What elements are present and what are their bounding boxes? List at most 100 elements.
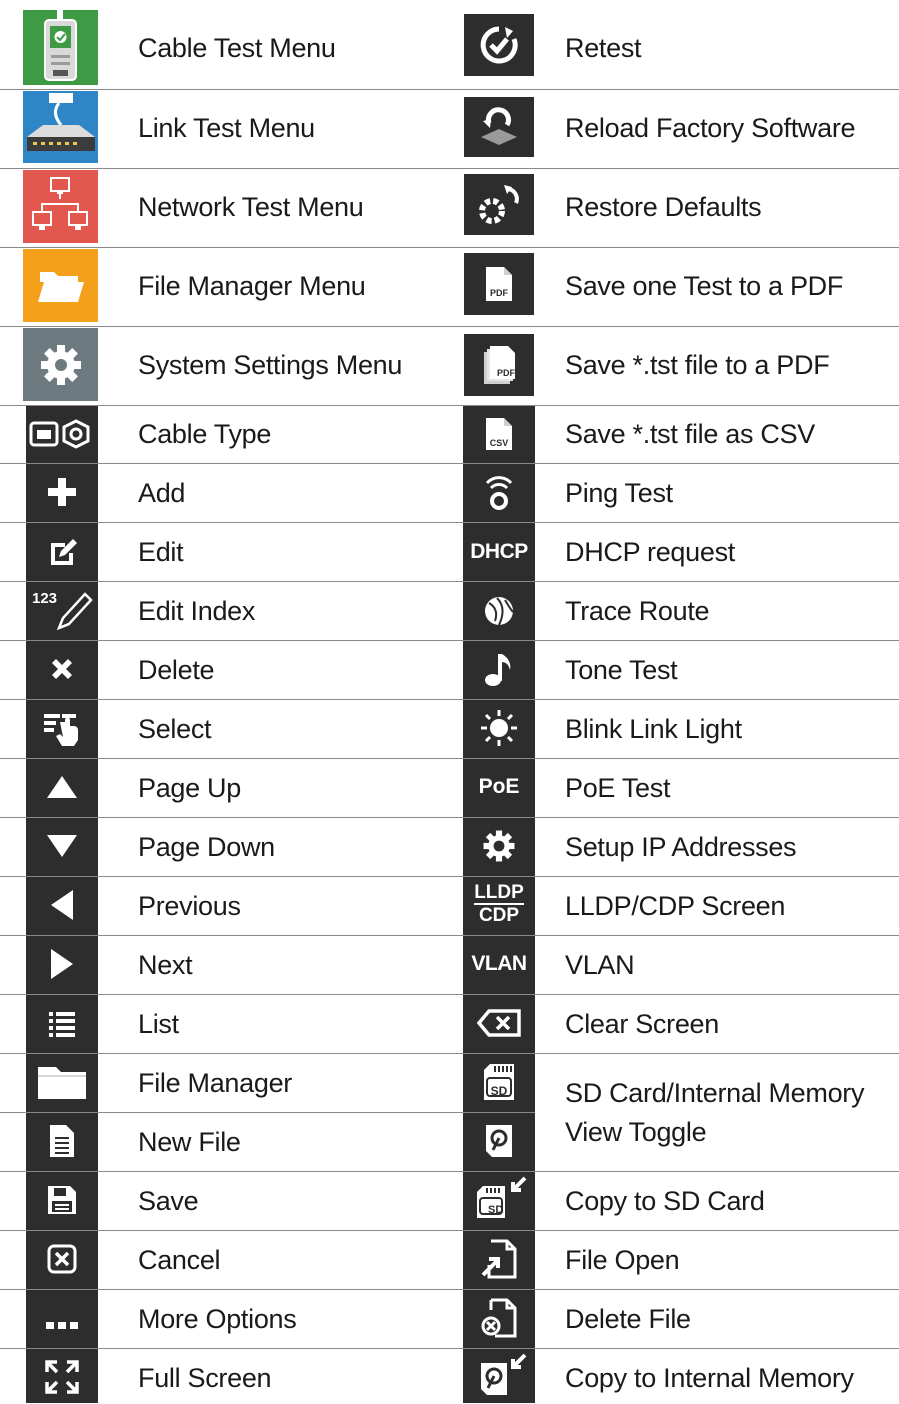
internal-memory-icon xyxy=(463,1117,535,1165)
legend-label: More Options xyxy=(138,1303,297,1334)
pdf-stack-icon-text: PDF xyxy=(497,368,515,378)
legend-label: Full Screen xyxy=(138,1362,272,1393)
legend-label: Setup IP Addresses xyxy=(565,831,797,862)
copy-to-sd-icon: SD xyxy=(463,1174,535,1224)
more-dots-icon xyxy=(26,1310,98,1340)
copy-to-sd-icon-text: SD xyxy=(488,1204,504,1216)
folder-open-icon xyxy=(23,249,98,322)
vlan-icon-text: VLAN xyxy=(471,952,527,975)
copy-to-internal-memory-icon xyxy=(463,1352,535,1400)
legend-row xyxy=(0,758,899,817)
list-icon xyxy=(26,1001,98,1045)
legend-label: Add xyxy=(138,477,186,508)
legend-label: Edit xyxy=(138,536,184,567)
legend-label: New File xyxy=(138,1126,241,1157)
legend-row xyxy=(0,581,899,640)
ping-icon xyxy=(463,470,535,514)
select-hand-icon xyxy=(26,705,98,751)
vlan-icon: VLAN xyxy=(463,942,535,986)
full-screen-icon xyxy=(26,1355,98,1399)
new-file-icon xyxy=(26,1119,98,1163)
cancel-box-icon xyxy=(26,1237,98,1281)
legend-label: File Open xyxy=(565,1244,680,1275)
lldp-cdp-icon: LLDP CDP xyxy=(463,879,535,931)
legend-label: Cancel xyxy=(138,1244,221,1275)
restore-defaults-icon xyxy=(464,174,534,235)
legend-row xyxy=(0,0,899,89)
legend-label: List xyxy=(138,1008,179,1039)
legend-label: Retest xyxy=(565,32,642,63)
legend-label: Select xyxy=(138,713,212,744)
dhcp-icon: DHCP xyxy=(463,530,535,574)
folder-icon xyxy=(26,1059,98,1105)
network-switch-icon xyxy=(23,91,98,163)
legend-label: Cable Test Menu xyxy=(138,32,336,63)
globe-icon xyxy=(463,589,535,633)
lldp-icon-text: LLDP xyxy=(474,882,524,905)
pdf-stack-icon: PDF xyxy=(464,334,534,396)
poe-icon-text: PoE xyxy=(478,775,520,798)
legend-row xyxy=(0,168,899,248)
legend-label: Network Test Menu xyxy=(138,191,364,222)
legend-label: Save *.tst file to a PDF xyxy=(565,349,830,380)
legend-row xyxy=(0,640,899,699)
plus-icon xyxy=(26,470,98,514)
pdf-icon-text: PDF xyxy=(490,288,508,298)
legend-label: Blink Link Light xyxy=(565,713,742,744)
cable-type-icon xyxy=(26,413,98,455)
legend-label-line2: View Toggle xyxy=(565,1116,707,1147)
legend-label: Clear Screen xyxy=(565,1008,719,1039)
legend-label: Edit Index xyxy=(138,595,256,626)
cable-tester-icon xyxy=(23,10,98,85)
legend-label: Copy to Internal Memory xyxy=(565,1362,854,1393)
legend-row xyxy=(0,935,899,994)
csv-icon: CSV xyxy=(463,410,535,458)
legend-label: Delete xyxy=(138,654,215,685)
legend-label: Ping Test xyxy=(565,477,673,508)
legend-label: Next xyxy=(138,949,193,980)
legend-row xyxy=(0,1230,899,1289)
poe-icon: PoE xyxy=(463,765,535,809)
legend-label: Cable Type xyxy=(138,418,272,449)
legend-row xyxy=(0,994,899,1053)
legend-row xyxy=(0,1289,899,1348)
legend-label: File Manager Menu xyxy=(138,270,366,301)
csv-icon-text: CSV xyxy=(489,438,509,448)
legend-label: Copy to SD Card xyxy=(565,1185,765,1216)
delete-file-icon xyxy=(463,1295,535,1341)
legend-row xyxy=(0,463,899,522)
floppy-disk-icon xyxy=(26,1178,98,1222)
gear-icon xyxy=(23,328,98,401)
legend-label: Reload Factory Software xyxy=(565,112,856,143)
legend-label: VLAN xyxy=(565,949,635,980)
music-note-icon xyxy=(463,647,535,691)
legend-label: PoE Test xyxy=(565,772,671,803)
legend-label: Previous xyxy=(138,890,241,921)
blink-light-icon xyxy=(463,706,535,750)
legend-label: LLDP/CDP Screen xyxy=(565,890,786,921)
legend-label: Save *.tst file as CSV xyxy=(565,418,816,449)
legend-label: Tone Test xyxy=(565,654,678,685)
edit-icon xyxy=(26,530,98,574)
edit-index-icon-number: 123 xyxy=(32,590,58,607)
dhcp-icon-text: DHCP xyxy=(470,540,528,563)
legend-label: DHCP request xyxy=(565,536,735,567)
cdp-icon-text: CDP xyxy=(478,905,520,926)
legend-label: SD Card/Internal Memory xyxy=(565,1077,865,1108)
gear-icon xyxy=(463,824,535,868)
edit-index-icon: 123 xyxy=(26,586,98,634)
network-computers-icon xyxy=(23,170,98,243)
legend-label: Link Test Menu xyxy=(138,112,315,143)
legend-label: System Settings Menu xyxy=(138,349,403,380)
legend-row xyxy=(0,699,899,758)
legend-label: Page Down xyxy=(138,831,275,862)
legend-label: Delete File xyxy=(565,1303,691,1334)
pdf-icon: PDF xyxy=(464,253,534,315)
legend-label: Save xyxy=(138,1185,199,1216)
legend-label: Page Up xyxy=(138,772,241,803)
legend-label: Restore Defaults xyxy=(565,191,762,222)
reload-software-icon xyxy=(464,97,534,157)
triangle-left-icon xyxy=(26,883,98,927)
triangle-down-icon xyxy=(26,824,98,868)
clear-screen-icon xyxy=(463,1001,535,1045)
